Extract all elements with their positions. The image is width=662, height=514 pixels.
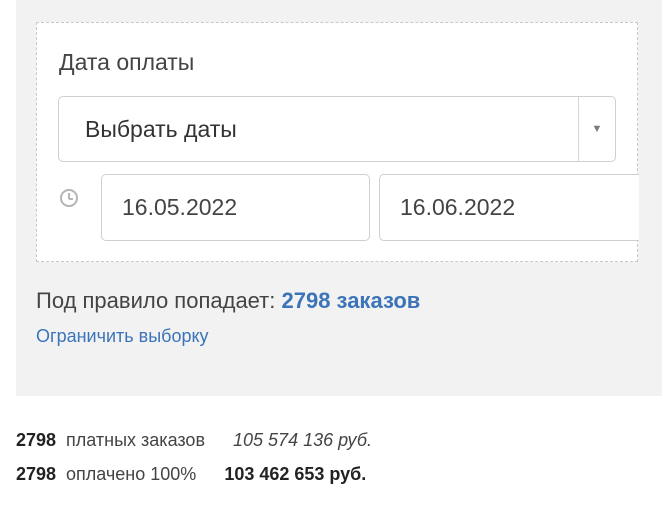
limit-selection-link[interactable]: Ограничить выборку (36, 326, 209, 347)
date-to-input[interactable]: 16.06.2022 (379, 174, 639, 241)
rule-summary: Под правило попадает: 2798 заказов (36, 288, 420, 314)
filter-panel: Дата оплаты Выбрать даты ▼ 16.05.2022 16… (16, 0, 662, 396)
date-filter-box: Дата оплаты Выбрать даты ▼ 16.05.2022 16… (36, 22, 639, 262)
stats-sum: 103 462 653 руб. (224, 464, 367, 484)
field-label: Дата оплаты (59, 49, 195, 75)
date-from-input[interactable]: 16.05.2022 (101, 174, 370, 241)
rule-prefix: Под правило попадает: (36, 288, 276, 313)
stats-count: 2798 (16, 430, 57, 450)
select-value: Выбрать даты (85, 116, 237, 142)
stats-count: 2798 (16, 464, 57, 484)
stats-label: платных заказов (66, 430, 206, 450)
stats-row-fully-paid: 2798 оплачено 100% 103 462 653 руб. (16, 464, 372, 498)
rule-count: 2798 заказов (281, 288, 421, 313)
clock-icon (60, 189, 78, 207)
stats-row-paid: 2798 платных заказов 105 574 136 руб. (16, 430, 372, 464)
order-stats: 2798 платных заказов 105 574 136 руб. 27… (16, 430, 372, 498)
chevron-down-icon[interactable]: ▼ (579, 97, 615, 161)
stats-sum: 105 574 136 руб. (233, 430, 373, 450)
date-range-select[interactable]: Выбрать даты ▼ (58, 96, 616, 162)
stats-label: оплачено 100% (66, 464, 197, 484)
